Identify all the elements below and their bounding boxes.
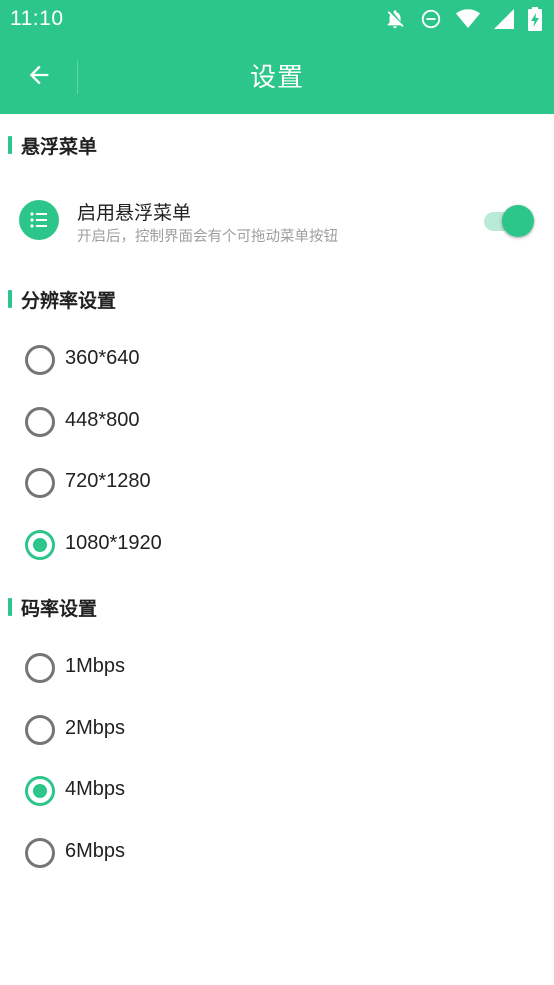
preference-summary: 开启后，控制界面会有个可拖动菜单按钮: [77, 229, 338, 245]
radio-button[interactable]: [25, 345, 55, 375]
radio-button-checked[interactable]: [25, 776, 55, 806]
radio-label: 360*640: [65, 347, 140, 369]
radio-label: 2Mbps: [65, 717, 126, 739]
page-title: 设置: [249, 63, 304, 93]
bitrate-option-1mbps[interactable]: 1Mbps: [0, 638, 554, 698]
switch-thumb: [502, 205, 534, 237]
radio-label: 448*800: [65, 409, 140, 431]
section-title: 分辨率设置: [21, 289, 117, 312]
section-header-bitrate: 码率设置: [8, 595, 98, 620]
list-icon: [19, 200, 59, 240]
do-not-disturb-icon: [421, 9, 441, 29]
resolution-option-720x1280[interactable]: 720*1280: [0, 453, 554, 513]
floating-menu-preference[interactable]: 启用悬浮菜单 开启后，控制界面会有个可拖动菜单按钮: [0, 180, 554, 262]
status-icons: [384, 6, 542, 32]
battery-charging-icon: [528, 7, 542, 31]
radio-label: 1Mbps: [65, 655, 126, 677]
radio-label: 6Mbps: [65, 840, 126, 862]
section-accent-bar: [8, 290, 12, 308]
radio-label: 720*1280: [65, 470, 151, 492]
section-accent-bar: [8, 136, 12, 154]
radio-button[interactable]: [25, 468, 55, 498]
section-title: 悬浮菜单: [21, 135, 98, 158]
wifi-icon: [456, 9, 480, 29]
bitrate-option-2mbps[interactable]: 2Mbps: [0, 700, 554, 760]
cell-signal-icon: [494, 9, 514, 29]
toolbar: 设置: [0, 38, 554, 114]
status-time: 11:10: [10, 7, 64, 30]
section-header-resolution: 分辨率设置: [8, 287, 117, 312]
status-bar: 11:10: [0, 0, 554, 38]
radio-button[interactable]: [25, 838, 55, 868]
resolution-option-448x800[interactable]: 448*800: [0, 392, 554, 452]
radio-button[interactable]: [25, 653, 55, 683]
radio-button[interactable]: [25, 715, 55, 745]
app-header: 11:10 设置: [0, 0, 554, 114]
floating-menu-switch[interactable]: [484, 204, 534, 238]
radio-button-checked[interactable]: [25, 530, 55, 560]
bitrate-option-6mbps[interactable]: 6Mbps: [0, 823, 554, 883]
radio-button[interactable]: [25, 407, 55, 437]
radio-label: 1080*1920: [65, 532, 162, 554]
preference-title: 启用悬浮菜单: [77, 202, 192, 224]
section-accent-bar: [8, 598, 12, 616]
bitrate-option-4mbps[interactable]: 4Mbps: [0, 761, 554, 821]
resolution-option-1080x1920[interactable]: 1080*1920: [0, 515, 554, 575]
section-header-floating-menu: 悬浮菜单: [8, 133, 98, 158]
radio-label: 4Mbps: [65, 778, 126, 800]
section-title: 码率设置: [21, 597, 98, 620]
radio-dot: [33, 784, 47, 798]
radio-dot: [33, 538, 47, 552]
notifications-off-icon: [387, 10, 404, 29]
resolution-option-360x640[interactable]: 360*640: [0, 330, 554, 390]
